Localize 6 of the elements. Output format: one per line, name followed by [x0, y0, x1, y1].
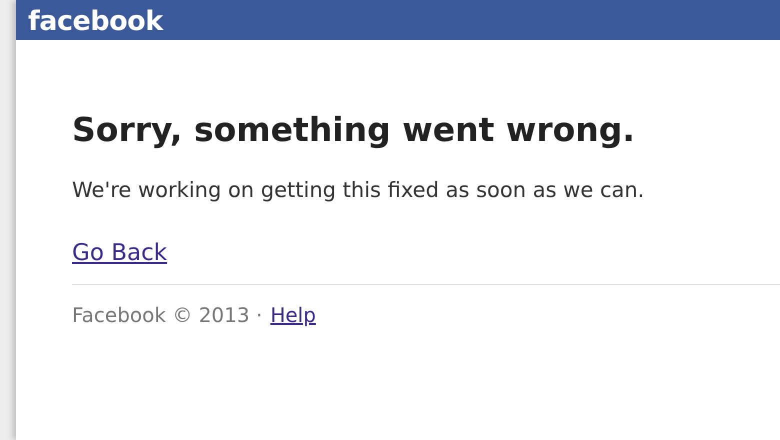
- error-message: We're working on getting this fixed as soon as we can.: [72, 178, 646, 202]
- help-link[interactable]: Help: [270, 303, 316, 327]
- go-back-link[interactable]: Go Back: [72, 240, 168, 266]
- logo[interactable]: facebook: [28, 4, 163, 40]
- copyright-text: Facebook © 2013 ·: [72, 303, 262, 327]
- error-title: Sorry, something went wrong.: [72, 109, 636, 151]
